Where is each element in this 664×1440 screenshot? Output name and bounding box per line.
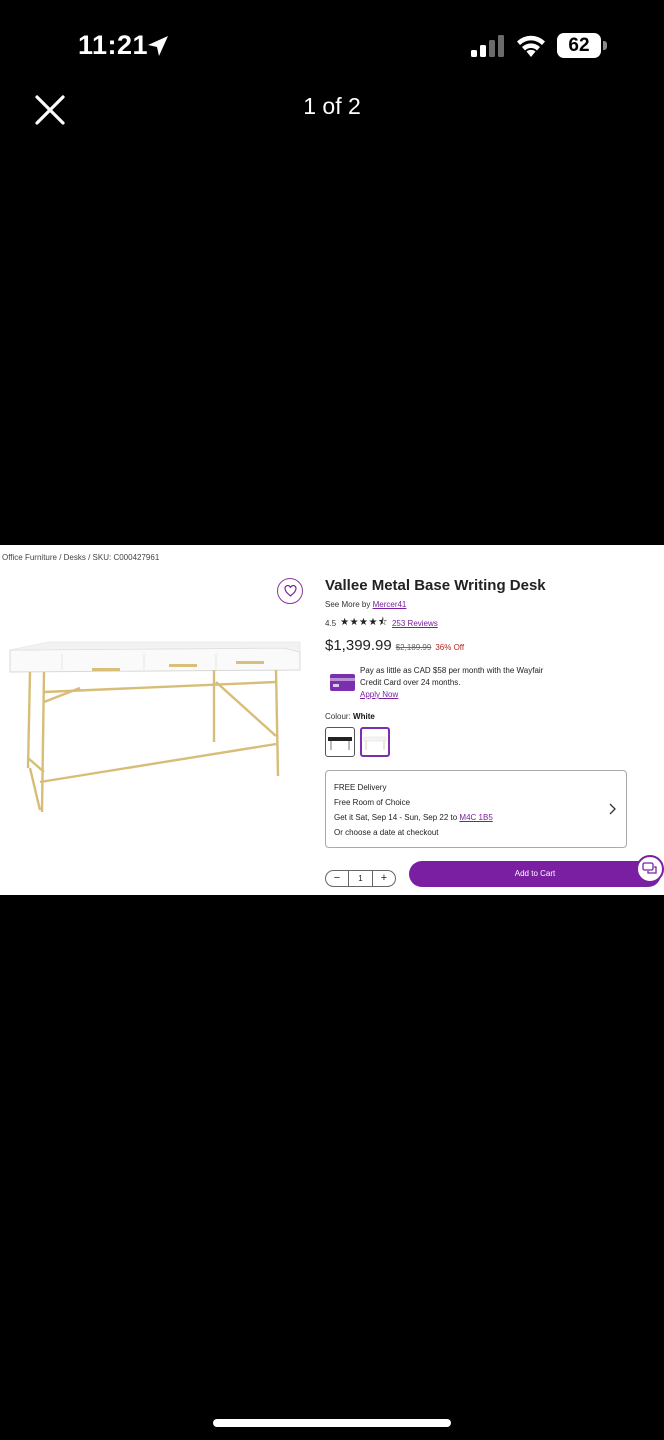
home-indicator[interactable] [213,1419,451,1427]
qty-value[interactable]: 1 [348,871,373,886]
wifi-icon [517,35,545,57]
battery-level: 62 [557,33,601,58]
cellular-signal-icon [471,35,504,57]
credit-card-icon [330,674,355,691]
breadcrumb: Office Furniture / Desks / SKU: C0004279… [2,553,160,562]
chat-button[interactable] [636,855,664,883]
desk-product-image [9,641,301,813]
rating-value: 4.5 [325,619,337,628]
brand-link[interactable]: Mercer41 [373,600,407,609]
white-desk-thumbnail [363,736,387,750]
page-counter: 1 of 2 [303,93,361,119]
see-more: See More by Mercer41 [325,600,406,609]
favorite-button[interactable] [277,578,303,604]
battery-icon: 62 [557,33,607,58]
star-rating-icon: ★★★★⯪ [340,617,388,628]
old-price: $2,189.99 [395,643,432,652]
delivery-room: Free Room of Choice [334,798,411,807]
price: $1,399.99 [325,637,392,654]
colour-selector-label: Colour: White [325,712,375,721]
delivery-dates: Get it Sat, Sep 14 - Sun, Sep 22 to M4C … [334,813,493,822]
financing-text: Pay as little as CAD $58 per month with … [360,665,580,689]
colour-value: White [353,712,375,721]
financing-line-1: Pay as little as CAD $58 per month with … [360,666,544,675]
rating-row: 4.5 ★★★★⯪ 253 Reviews [325,615,438,632]
status-time: 11:21 [78,30,149,60]
qty-increase-button[interactable]: + [373,871,395,886]
add-to-cart-button[interactable]: Add to Cart [409,861,661,887]
heart-icon [283,585,297,597]
delivery-dates-text: Get it Sat, Sep 14 - Sun, Sep 22 to [334,813,458,822]
location-arrow-icon [148,36,168,56]
colour-label: Colour: [325,712,351,721]
delivery-checkout-note: Or choose a date at checkout [334,828,439,837]
chevron-right-icon [609,803,616,815]
qty-decrease-button[interactable]: − [326,871,348,886]
status-bar: 11:21 62 [0,0,664,90]
chat-icon [642,862,657,874]
quantity-stepper[interactable]: − 1 + [325,870,396,887]
black-desk-thumbnail [328,737,352,750]
product-title: Vallee Metal Base Writing Desk [325,577,546,594]
reviews-link[interactable]: 253 Reviews [392,619,438,628]
battery-tip [603,41,607,50]
swatch-black[interactable] [325,727,355,757]
financing-line-2: Credit Card over 24 months. [360,678,461,687]
price-row: $1,399.99 $2,189.99 36% Off [325,637,464,654]
see-more-label: See More by [325,600,371,609]
delivery-free: FREE Delivery [334,783,387,792]
postal-code-link[interactable]: M4C 1B5 [459,813,492,822]
delivery-info-box[interactable]: FREE Delivery Free Room of Choice Get it… [325,770,627,848]
discount-badge: 36% Off [435,643,465,652]
product-screenshot[interactable]: Office Furniture / Desks / SKU: C0004279… [0,545,664,895]
apply-now-link[interactable]: Apply Now [360,690,398,699]
swatch-white[interactable] [360,727,390,757]
